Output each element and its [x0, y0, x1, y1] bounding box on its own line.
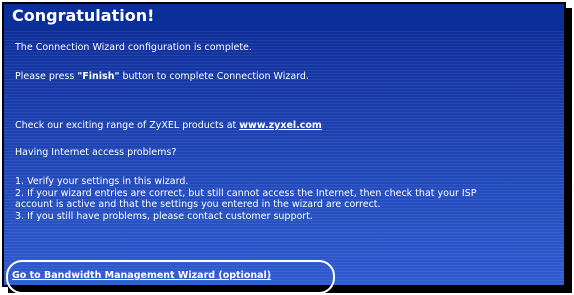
tip-line: 3. If you still have problems, please co…: [15, 210, 313, 222]
press-prefix: Please press: [15, 71, 78, 82]
check-prefix: Check our exciting range of ZyXEL produc…: [15, 120, 240, 131]
tip-line: 1. Verify your settings in this wizard.: [15, 176, 189, 187]
troubleshooting-tips: 1. Verify your settings in this wizard. …: [15, 176, 563, 222]
press-finish-message: Please press "Finish" button to complete…: [15, 71, 309, 82]
zyxel-website-link[interactable]: www.zyxel.com: [239, 120, 322, 131]
tip-line: 2. If your wizard entries are correct, b…: [15, 187, 477, 199]
press-suffix: button to complete Connection Wizard.: [119, 71, 309, 82]
title-bar: Congratulation!: [4, 4, 564, 29]
panel-shadow-right: [566, 8, 572, 293]
page-title: Congratulation!: [12, 6, 155, 25]
problems-heading: Having Internet access problems?: [15, 147, 176, 158]
problems-heading-text: Having Internet access problems?: [15, 147, 177, 158]
finish-keyword: "Finish": [77, 71, 120, 82]
wizard-complete-panel: Congratulation! The Connection Wizard co…: [2, 2, 566, 287]
tip-line: account is active and that the settings …: [15, 199, 381, 210]
screenshot-frame: Congratulation! The Connection Wizard co…: [0, 0, 574, 295]
zyxel-promo-message: Check our exciting range of ZyXEL produc…: [15, 120, 322, 131]
complete-text: The Connection Wizard configuration is c…: [15, 42, 252, 53]
complete-message: The Connection Wizard configuration is c…: [15, 42, 252, 53]
callout-highlight-oval: [6, 260, 335, 294]
